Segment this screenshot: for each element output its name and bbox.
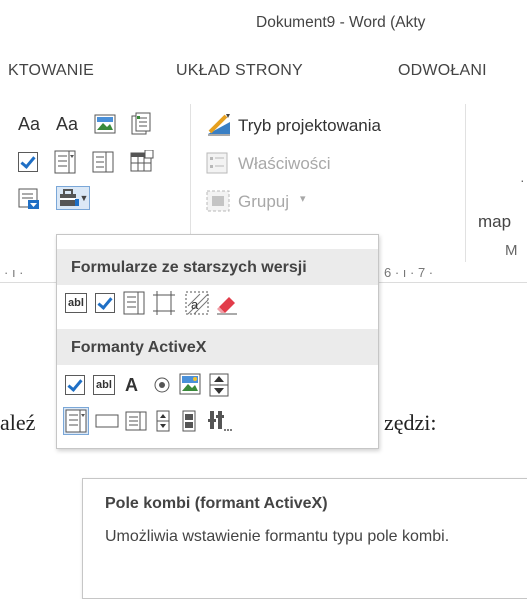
group-chevron-down-icon: ▾ xyxy=(300,193,306,205)
drop-down-list-control-icon[interactable] xyxy=(92,151,114,173)
tooltip-description: Umożliwia wstawienie formantu typu pole … xyxy=(105,528,450,545)
tab-developer[interactable]: KTOWANIE xyxy=(8,62,94,80)
activex-row-2 xyxy=(63,407,373,435)
legacy-tools-dropdown: Formularze ze starszych wersji abl a For… xyxy=(56,234,379,449)
window-title: Dokument9 - Word (Akty xyxy=(256,14,426,31)
date-picker-control-icon[interactable] xyxy=(130,150,154,172)
activex-text-box-icon[interactable]: abl xyxy=(93,375,115,395)
activex-option-button-icon[interactable] xyxy=(153,376,171,394)
legacy-text-field-icon[interactable]: abl xyxy=(65,293,87,313)
tab-page-layout[interactable]: UKŁAD STRONY xyxy=(176,62,303,80)
activex-toggle-button-icon[interactable] xyxy=(155,410,171,432)
ruler-right-marks: 6 · ı · 7 · xyxy=(384,265,434,280)
combo-box-tooltip: Pole kombi (formant ActiveX) Umożliwia w… xyxy=(82,478,527,599)
legacy-forms-header: Formularze ze starszych wersji xyxy=(57,249,378,285)
properties-icon xyxy=(206,152,228,174)
reset-form-fields-eraser-icon[interactable] xyxy=(215,291,239,315)
document-text-right: zędzi: xyxy=(384,410,437,435)
ribbon-tabs: KTOWANIE UKŁAD STRONY ODWOŁANI xyxy=(0,62,527,86)
ruler-left-marks: · ı · xyxy=(4,265,24,280)
insert-frame-icon[interactable] xyxy=(153,291,175,315)
legacy-checkbox-icon[interactable] xyxy=(95,293,115,313)
activex-image-icon[interactable] xyxy=(179,373,203,397)
activex-controls-header: Formanty ActiveX xyxy=(57,329,378,365)
activex-label-icon[interactable]: A xyxy=(125,375,138,396)
activex-combo-box-icon[interactable] xyxy=(63,407,89,435)
right-group-fragment-dot: · xyxy=(520,172,525,188)
properties-button[interactable]: Właściwości xyxy=(238,154,331,174)
group-icon xyxy=(206,190,230,212)
chevron-down-icon: ▼ xyxy=(79,193,89,203)
building-block-control-icon[interactable] xyxy=(130,112,152,136)
ribbon-separator-2 xyxy=(465,104,466,264)
repeating-section-control-icon[interactable] xyxy=(18,188,40,210)
svg-text:a: a xyxy=(191,297,199,312)
activex-command-button-icon[interactable] xyxy=(95,413,119,429)
checkbox-control-icon[interactable] xyxy=(18,152,38,172)
legacy-forms-row: abl a xyxy=(63,291,373,317)
activex-scroll-bar-icon[interactable] xyxy=(181,410,197,432)
right-group-fragment-footer: M xyxy=(505,242,518,259)
activex-row-1: abl A xyxy=(63,373,373,399)
legacy-tools-button[interactable]: ▼ xyxy=(56,186,90,210)
form-field-shading-icon[interactable]: a xyxy=(185,291,209,315)
picture-control-icon[interactable] xyxy=(94,114,116,134)
tooltip-title: Pole kombi (formant ActiveX) xyxy=(105,495,328,512)
rich-text-control-button[interactable]: Aa xyxy=(18,114,40,135)
design-mode-icon[interactable] xyxy=(206,112,232,136)
design-mode-button[interactable]: Tryb projektowania xyxy=(238,116,381,136)
group-button[interactable]: Grupuj xyxy=(238,192,289,212)
tab-references[interactable]: ODWOŁANI xyxy=(398,62,487,80)
activex-checkbox-icon[interactable] xyxy=(65,375,85,395)
activex-list-box-icon[interactable] xyxy=(125,411,147,431)
activex-spin-button-icon[interactable] xyxy=(209,373,229,397)
right-group-fragment-label: map xyxy=(478,212,512,231)
combo-box-control-icon[interactable] xyxy=(54,150,76,174)
document-text-left: aleź xyxy=(0,410,36,435)
plain-text-control-button[interactable]: Aa xyxy=(56,114,78,135)
activex-more-controls-tools-icon[interactable] xyxy=(207,409,233,433)
legacy-drop-down-icon[interactable] xyxy=(123,291,145,315)
